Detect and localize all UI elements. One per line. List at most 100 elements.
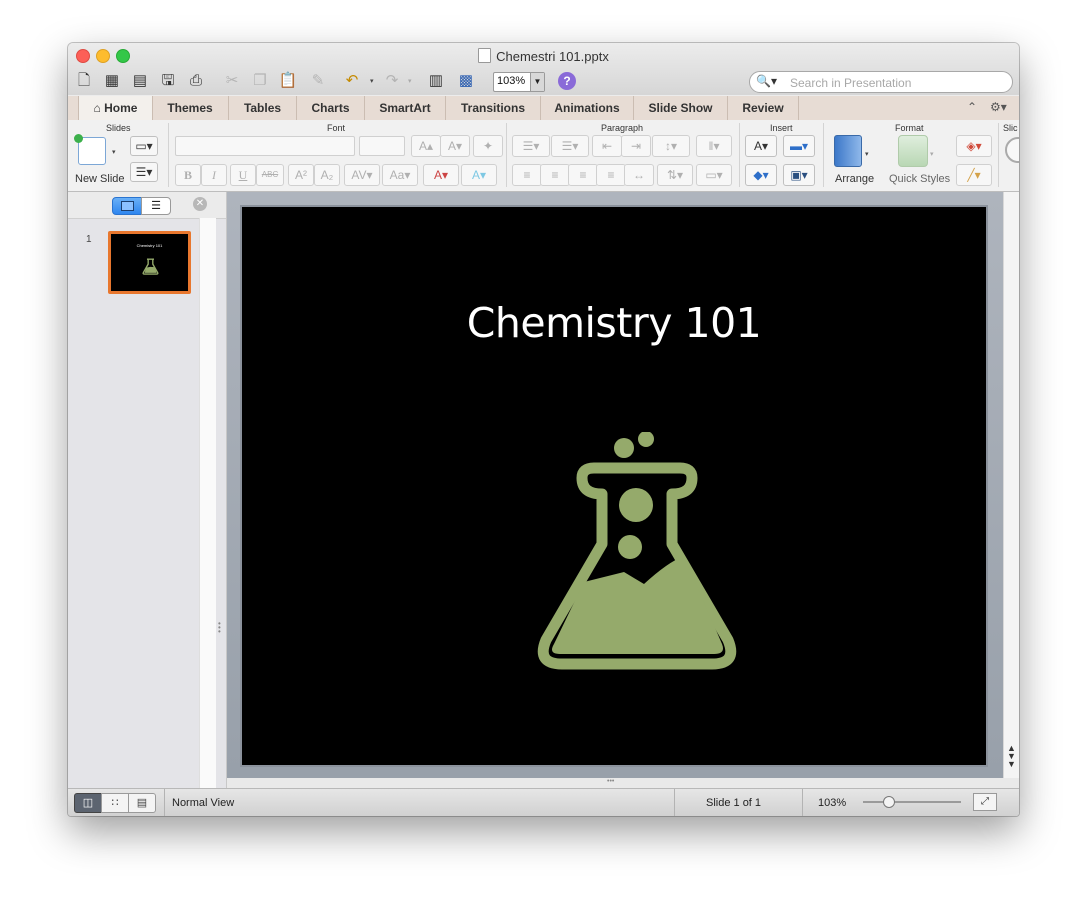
zoom-select[interactable]: 103% ▼ <box>493 72 545 92</box>
bullets-button[interactable]: ☰▾ <box>512 135 550 157</box>
font-color-button[interactable]: A▾ <box>423 164 459 186</box>
text-direction-button[interactable]: ⇅▾ <box>657 164 693 186</box>
zoom-slider[interactable] <box>863 801 961 803</box>
insert-shape-button[interactable]: ◆▾ <box>745 164 777 186</box>
presenter-view-icon[interactable]: ▩ <box>456 71 476 91</box>
slide-layout-button[interactable]: ▭▾ <box>130 136 158 156</box>
tab-themes[interactable]: Themes <box>152 96 229 120</box>
numbering-button[interactable]: ☰▾ <box>551 135 589 157</box>
format-painter-icon[interactable]: ✎ <box>308 71 328 91</box>
slide-show-button[interactable]: ▤ <box>128 793 156 813</box>
insert-picture-button[interactable]: ▬▾ <box>783 135 815 157</box>
tab-home[interactable]: ⌂ Home <box>78 96 153 120</box>
clear-formatting-icon[interactable]: ✦ <box>473 135 503 157</box>
copy-icon[interactable]: ❐ <box>250 71 270 91</box>
italic-button[interactable]: I <box>201 164 227 186</box>
save-icon[interactable]: 🖫 <box>158 71 178 91</box>
search-placeholder: Search in Presentation <box>790 76 912 90</box>
slide-stage: Chemistry 101 <box>227 192 1003 778</box>
arrange-dropdown-icon[interactable]: ▾ <box>865 150 869 158</box>
new-slide-icon[interactable] <box>78 137 106 165</box>
new-slide-dropdown-icon[interactable]: ▾ <box>112 148 116 156</box>
align-right-button[interactable]: ≡ <box>568 164 598 186</box>
gallery-icon[interactable]: ▦ <box>102 71 122 91</box>
insert-text-box-button[interactable]: A▾ <box>745 135 777 157</box>
zoom-dropdown-icon[interactable]: ▼ <box>530 73 544 91</box>
tab-charts[interactable]: Charts <box>297 96 365 120</box>
justify-button[interactable]: ≡ <box>596 164 626 186</box>
arrange-icon[interactable] <box>834 135 862 167</box>
chemistry-flask-icon[interactable] <box>532 432 742 672</box>
quick-styles-dropdown-icon[interactable]: ▾ <box>930 150 934 158</box>
tab-smartart[interactable]: SmartArt <box>365 96 446 120</box>
notes-resize-handle[interactable]: ••• <box>607 778 614 785</box>
close-pane-icon[interactable]: ✕ <box>193 197 207 211</box>
distributed-button[interactable]: ↔ <box>624 164 654 186</box>
superscript-button[interactable]: A² <box>288 164 314 186</box>
character-spacing-button[interactable]: AV▾ <box>344 164 380 186</box>
undo-dropdown-icon[interactable]: ▾ <box>370 77 374 85</box>
arrange-label[interactable]: Arrange <box>835 173 874 185</box>
bold-button[interactable]: B <box>175 164 201 186</box>
normal-view-button[interactable]: ◫ <box>74 793 102 813</box>
subscript-button[interactable]: A₂ <box>314 164 340 186</box>
decrease-font-size-button[interactable]: A▾ <box>440 135 470 157</box>
paste-icon[interactable]: 📋 <box>278 71 298 91</box>
align-text-button[interactable]: ▭▾ <box>696 164 732 186</box>
shape-fill-button[interactable]: ◈▾ <box>956 135 992 157</box>
font-name-select[interactable] <box>175 136 355 156</box>
scroll-page-controls-icon[interactable]: ▲ ▼ ▼ <box>1007 744 1016 769</box>
fit-to-window-icon[interactable]: ⤢ <box>973 793 997 811</box>
decrease-indent-button[interactable]: ⇤ <box>592 135 622 157</box>
columns-button[interactable]: ‖▾ <box>696 135 732 157</box>
tab-transitions[interactable]: Transitions <box>446 96 541 120</box>
slide-sorter-icon: ∷ <box>111 797 119 809</box>
zoom-slider-knob[interactable] <box>883 796 895 808</box>
tab-review[interactable]: Review <box>728 96 799 120</box>
slide-show-icon: ▤ <box>136 797 148 809</box>
change-case-button[interactable]: Aa▾ <box>382 164 418 186</box>
align-center-button[interactable]: ≡ <box>540 164 570 186</box>
slide-sorter-button[interactable]: ∷ <box>101 793 129 813</box>
tab-animations[interactable]: Animations <box>541 96 634 120</box>
font-size-select[interactable] <box>359 136 405 156</box>
redo-dropdown-icon[interactable]: ▾ <box>408 77 412 85</box>
editor-vertical-scrollbar[interactable]: ▲ ▼ ▼ <box>1003 192 1019 778</box>
slides-pane-scrollbar[interactable] <box>199 218 216 788</box>
open-icon[interactable]: ▤ <box>130 71 150 91</box>
underline-button[interactable]: U <box>230 164 256 186</box>
tab-tables[interactable]: Tables <box>229 96 297 120</box>
slides-view-toggle[interactable] <box>112 197 142 215</box>
quick-styles-icon[interactable] <box>898 135 928 167</box>
section-button[interactable]: ☰▾ <box>130 162 158 182</box>
increase-font-size-button[interactable]: A▴ <box>411 135 441 157</box>
slide-thumbnail[interactable]: Chemistry 101 <box>108 231 191 294</box>
insert-media-button[interactable]: ▣▾ <box>783 164 815 186</box>
shape-outline-button[interactable]: ╱▾ <box>956 164 992 186</box>
collapse-ribbon-icon[interactable]: ⌃ <box>967 100 977 114</box>
help-icon[interactable]: ? <box>558 72 576 90</box>
print-icon[interactable]: ⎙ <box>186 71 206 91</box>
slide-show-play-icon[interactable] <box>1005 137 1019 163</box>
undo-icon[interactable]: ↶ <box>342 71 362 91</box>
cut-icon[interactable]: ✂ <box>222 71 242 91</box>
slide-layout-icon[interactable]: ▥ <box>426 71 446 91</box>
search-icon[interactable]: 🔍▾ <box>756 74 777 88</box>
new-presentation-icon[interactable]: 🗋 <box>74 71 94 91</box>
line-spacing-button[interactable]: ↕▾ <box>652 135 690 157</box>
redo-icon[interactable]: ↷ <box>382 71 402 91</box>
ribbon-settings-gear-icon[interactable]: ⚙▾ <box>990 100 1007 114</box>
group-title-paragraph: Paragraph <box>601 123 644 133</box>
tab-slide-show[interactable]: Slide Show <box>634 96 728 120</box>
strikethrough-button[interactable]: ABC <box>256 164 284 186</box>
text-effects-button[interactable]: A▾ <box>461 164 497 186</box>
align-left-button[interactable]: ≡ <box>512 164 542 186</box>
new-slide-label[interactable]: New Slide <box>75 173 125 185</box>
quick-styles-label[interactable]: Quick Styles <box>889 173 950 185</box>
slide-title[interactable]: Chemistry 101 <box>242 299 986 347</box>
pane-resize-handle[interactable]: • • • <box>218 620 221 636</box>
search-field[interactable]: 🔍▾ Search in Presentation <box>749 71 1013 93</box>
increase-indent-button[interactable]: ⇥ <box>621 135 651 157</box>
outline-view-toggle[interactable]: ☰ <box>141 197 171 215</box>
current-slide[interactable]: Chemistry 101 <box>242 207 986 765</box>
